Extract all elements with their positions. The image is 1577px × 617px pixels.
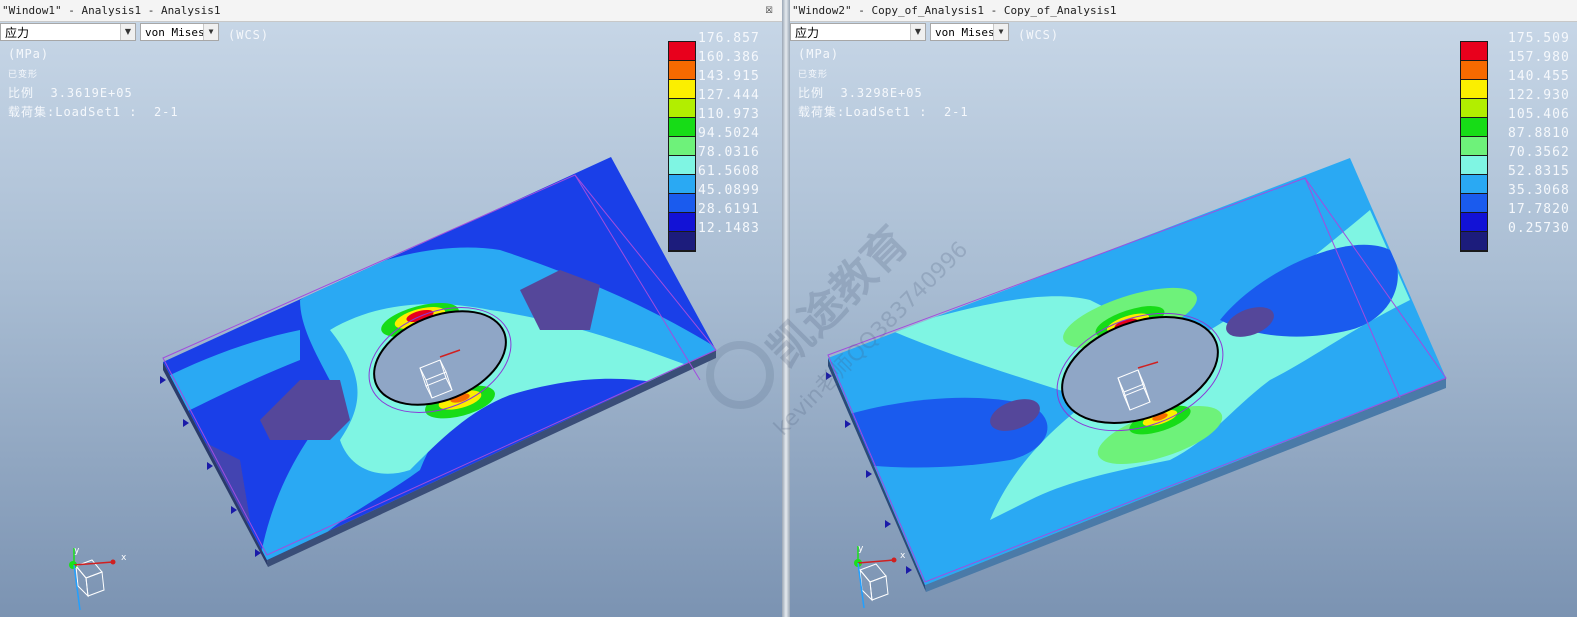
legend-swatch xyxy=(1461,194,1487,213)
legend-swatch xyxy=(669,42,695,61)
legend-swatch xyxy=(1461,61,1487,80)
legend-value: 0.25730 xyxy=(1508,221,1570,236)
legend-value: 110.973 xyxy=(698,107,760,122)
legend-value: 140.455 xyxy=(1508,69,1570,84)
legend-swatch xyxy=(1461,232,1487,251)
legend-value: 70.3562 xyxy=(1508,145,1570,160)
global-triad-icon xyxy=(854,546,897,609)
legend-value: 52.8315 xyxy=(1508,164,1570,179)
window-2[interactable]: "Window2" - Copy_of_Analysis1 - Copy_of_… xyxy=(790,0,1577,617)
legend-swatch xyxy=(1461,118,1487,137)
legend-swatch xyxy=(669,194,695,213)
legend-swatch xyxy=(1461,156,1487,175)
color-legend xyxy=(668,41,696,252)
fea-model-view[interactable]: y x xyxy=(0,0,782,617)
legend-swatch xyxy=(1461,42,1487,61)
legend-swatch xyxy=(669,175,695,194)
legend-value: 122.930 xyxy=(1508,88,1570,103)
legend-value: 87.8810 xyxy=(1508,126,1570,141)
color-legend xyxy=(1460,41,1488,252)
triad-x-label: x xyxy=(900,551,906,561)
legend-swatch xyxy=(1461,99,1487,118)
legend-swatch xyxy=(669,213,695,232)
legend-swatch xyxy=(669,80,695,99)
legend-value: 160.386 xyxy=(698,50,760,65)
legend-swatch xyxy=(1461,175,1487,194)
legend-swatch xyxy=(669,118,695,137)
window-splitter[interactable] xyxy=(782,0,790,617)
legend-value: 12.1483 xyxy=(698,221,760,236)
legend-swatch xyxy=(669,99,695,118)
legend-value: 176.857 xyxy=(698,31,760,46)
legend-swatch xyxy=(1461,137,1487,156)
global-triad-icon xyxy=(69,548,116,611)
legend-value: 175.509 xyxy=(1508,31,1570,46)
legend-swatch xyxy=(1461,80,1487,99)
legend-swatch xyxy=(669,61,695,80)
legend-value: 127.444 xyxy=(698,88,760,103)
legend-swatch xyxy=(669,137,695,156)
legend-value: 28.6191 xyxy=(698,202,760,217)
legend-swatch xyxy=(669,156,695,175)
legend-value: 94.5024 xyxy=(698,126,760,141)
legend-value: 61.5608 xyxy=(698,164,760,179)
legend-value: 35.3068 xyxy=(1508,183,1570,198)
legend-value: 157.980 xyxy=(1508,50,1570,65)
triad-x-label: x xyxy=(121,553,127,563)
legend-value: 17.7820 xyxy=(1508,202,1570,217)
window-1[interactable]: "Window1" - Analysis1 - Analysis1 ☒ 应力 ▼… xyxy=(0,0,782,617)
legend-value: 78.0316 xyxy=(698,145,760,160)
fea-model-view[interactable]: y x xyxy=(790,0,1577,617)
triad-y-label: y xyxy=(858,544,864,554)
legend-value: 105.406 xyxy=(1508,107,1570,122)
legend-swatch xyxy=(1461,213,1487,232)
legend-swatch xyxy=(669,232,695,251)
triad-y-label: y xyxy=(74,546,80,556)
legend-value: 45.0899 xyxy=(698,183,760,198)
legend-value: 143.915 xyxy=(698,69,760,84)
